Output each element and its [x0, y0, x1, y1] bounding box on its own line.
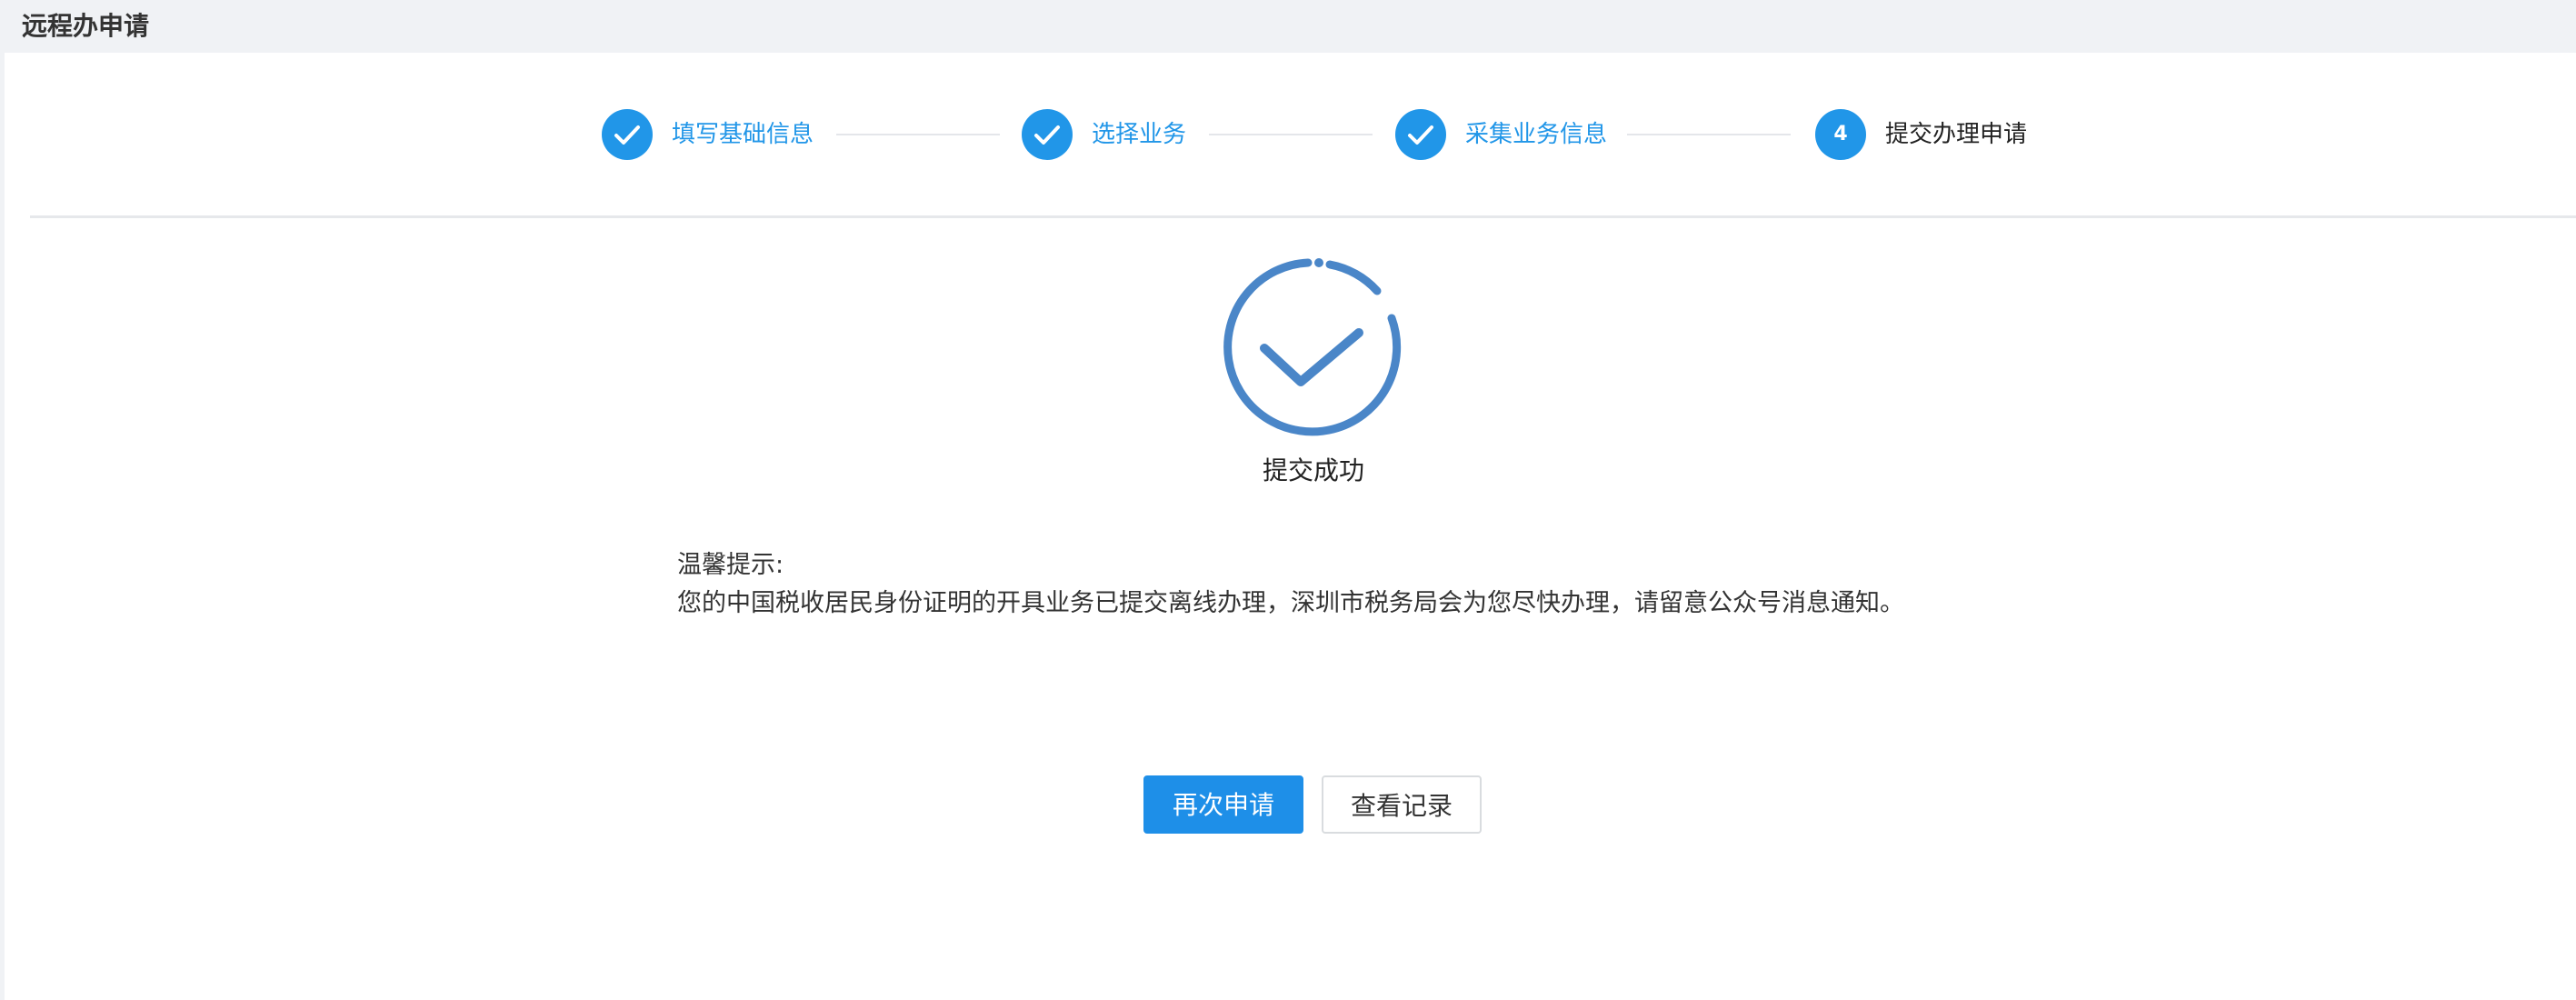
step-4-number-badge: 4: [1815, 109, 1866, 160]
step-2-check-icon: [1022, 109, 1073, 160]
progress-steps: 填写基础信息 选择业务 采集业务信息 4 提交办理申请: [5, 53, 2576, 216]
step-1-check-icon: [602, 109, 653, 160]
tip-message: 您的中国税收居民身份证明的开具业务已提交离线办理，深圳市税务局会为您尽快办理，请…: [677, 589, 1904, 617]
step-3-check-icon: [1395, 109, 1446, 160]
page-title: 远程办申请: [22, 11, 150, 41]
success-check-circle-icon: [1221, 255, 1406, 440]
step-connector: [1627, 134, 1791, 135]
step-connector: [836, 134, 1000, 135]
step-4-number: 4: [1833, 123, 1848, 145]
header-bar: 远程办申请: [0, 0, 2576, 53]
step-connector: [1209, 134, 1373, 135]
main-content: 填写基础信息 选择业务 采集业务信息 4 提交办理申请 提交成功 温馨提示: 您…: [5, 53, 2576, 1000]
step-1-label: 填写基础信息: [672, 121, 814, 148]
steps-divider: [30, 215, 2576, 218]
step-3-label: 采集业务信息: [1465, 121, 1608, 148]
step-4-label: 提交办理申请: [1885, 121, 2028, 148]
tip-title: 温馨提示:: [677, 551, 784, 579]
submit-success-text: 提交成功: [1262, 455, 1364, 485]
view-records-button[interactable]: 查看记录: [1322, 775, 1482, 834]
reapply-button[interactable]: 再次申请: [1143, 775, 1303, 834]
step-2-label: 选择业务: [1092, 121, 1187, 148]
remote-application-page: 远程办申请 填写基础信息 选择业务 采集业务信息 4 提交办理申请 提交成功 温…: [0, 0, 2576, 1000]
